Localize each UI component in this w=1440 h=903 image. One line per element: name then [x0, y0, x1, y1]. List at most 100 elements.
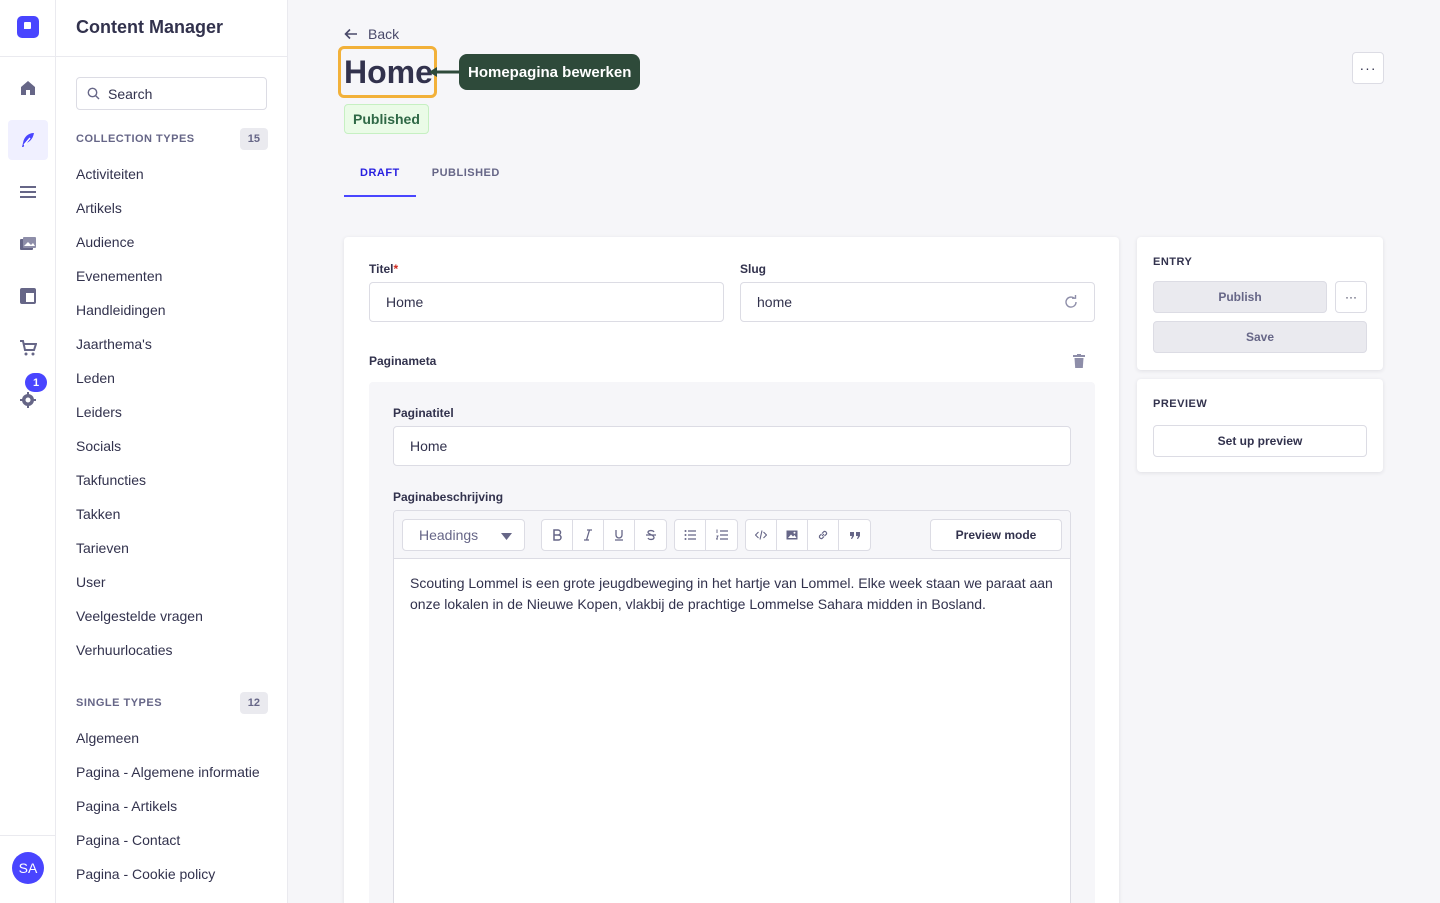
nav-link-veelgestelde-vragen[interactable]: Veelgestelde vragen: [76, 608, 268, 624]
nav-link-socials[interactable]: Socials: [76, 438, 268, 454]
paginabeschrijving-label: Paginabeschrijving: [393, 490, 504, 504]
link-icon[interactable]: [808, 520, 839, 550]
insert-group: [745, 519, 871, 551]
back-link[interactable]: Back: [344, 26, 399, 42]
status-badge: Published: [344, 104, 429, 134]
slug-input[interactable]: home: [740, 282, 1095, 322]
slug-value: home: [757, 294, 793, 310]
nav-link-user[interactable]: User: [76, 574, 268, 590]
collection-types-header[interactable]: COLLECTION TYPES 15: [76, 128, 268, 150]
collection-types-label: COLLECTION TYPES: [76, 133, 195, 145]
nav-link-pagina-cookie-policy[interactable]: Pagina - Cookie policy: [76, 866, 268, 882]
text-format-group: [541, 519, 667, 551]
nav-link-pagina-contact[interactable]: Pagina - Contact: [76, 832, 268, 848]
regenerate-icon[interactable]: [1064, 295, 1078, 309]
nav-link-takfuncties[interactable]: Takfuncties: [76, 472, 268, 488]
nav-link-tarieven[interactable]: Tarieven: [76, 540, 268, 556]
layout-icon[interactable]: [8, 276, 48, 316]
bullet-list-icon[interactable]: [675, 520, 706, 550]
underline-icon[interactable]: [604, 520, 635, 550]
annotation-callout: Homepagina bewerken: [459, 54, 641, 90]
user-avatar[interactable]: SA: [12, 852, 44, 884]
back-label: Back: [368, 26, 400, 42]
nav-link-pagina-artikels[interactable]: Pagina - Artikels: [76, 798, 268, 814]
divider: [0, 56, 56, 57]
set-up-preview-button[interactable]: Set up preview: [1153, 425, 1367, 457]
tab-draft[interactable]: DRAFT: [344, 158, 416, 197]
callout-arrow-icon: [429, 67, 459, 77]
nav-link-pagina-algemene-informatie[interactable]: Pagina - Algemene informatie: [76, 764, 268, 780]
nav-link-algemeen[interactable]: Algemeen: [76, 730, 268, 746]
edit-form-card: Titel* Home Slug home Paginameta Paginat…: [344, 237, 1119, 903]
settings-notification-badge: 1: [25, 373, 47, 392]
publish-button[interactable]: Publish: [1153, 281, 1327, 313]
slug-label: Slug: [740, 262, 766, 276]
single-types-label: SINGLE TYPES: [76, 697, 163, 709]
nav-link-handleidingen[interactable]: Handleidingen: [76, 302, 268, 318]
divider: [0, 835, 56, 836]
save-button[interactable]: Save: [1153, 321, 1367, 353]
home-icon[interactable]: [8, 68, 48, 108]
preview-panel: PREVIEW Set up preview: [1137, 379, 1383, 472]
entry-more-button[interactable]: ···: [1335, 281, 1367, 313]
cart-icon[interactable]: [8, 328, 48, 368]
nav-link-jaarthemas[interactable]: Jaarthema's: [76, 336, 268, 352]
tab-published[interactable]: PUBLISHED: [416, 158, 516, 197]
paginatitel-value: Home: [410, 438, 448, 454]
image-icon[interactable]: [777, 520, 808, 550]
preview-mode-button[interactable]: Preview mode: [930, 519, 1062, 551]
caret-down-icon: [501, 533, 512, 540]
feather-icon[interactable]: [8, 120, 48, 160]
more-actions-button[interactable]: ···: [1352, 52, 1384, 84]
entry-panel: ENTRY Publish ··· Save: [1137, 237, 1383, 370]
page-title: Home: [344, 54, 433, 90]
entry-label: ENTRY: [1153, 256, 1193, 268]
single-types-count: 12: [239, 692, 268, 714]
bold-icon[interactable]: [542, 520, 573, 550]
required-marker: *: [393, 262, 399, 276]
titel-label-text: Titel: [369, 262, 394, 276]
image-icon[interactable]: [8, 224, 48, 264]
editor-toolbar: Headings Preview mode: [394, 511, 1070, 559]
titel-value: Home: [386, 294, 424, 310]
nav-link-takken[interactable]: Takken: [76, 506, 268, 522]
list-icon[interactable]: [8, 172, 48, 212]
quote-icon[interactable]: [839, 520, 870, 550]
nav-link-evenementen[interactable]: Evenementen: [76, 268, 268, 284]
preview-label: PREVIEW: [1153, 398, 1208, 410]
nav-link-leiders[interactable]: Leiders: [76, 404, 268, 420]
italic-icon[interactable]: [573, 520, 604, 550]
main-nav-rail: 1 SA: [0, 0, 56, 903]
paginatitel-label: Paginatitel: [393, 406, 454, 420]
content-manager-subnav: Content Manager Search COLLECTION TYPES …: [56, 0, 288, 903]
subnav-title: Content Manager: [76, 17, 224, 37]
strapi-logo-icon[interactable]: [17, 16, 39, 38]
search-input[interactable]: Search: [76, 77, 267, 110]
rich-text-editor: Headings Preview mode Scouting Lommel is…: [393, 510, 1071, 903]
nav-link-audience[interactable]: Audience: [76, 234, 268, 250]
divider: [56, 56, 288, 57]
status-tabs: DRAFT PUBLISHED: [344, 158, 516, 197]
trash-icon[interactable]: [1073, 354, 1085, 368]
headings-select-value: Headings: [419, 527, 479, 543]
paginabeschrijving-value[interactable]: Scouting Lommel is een grote jeugdbewegi…: [410, 573, 1060, 615]
nav-link-activiteiten[interactable]: Activiteiten: [76, 166, 268, 182]
strikethrough-icon[interactable]: [635, 520, 666, 550]
numbered-list-icon[interactable]: [706, 520, 737, 550]
code-icon[interactable]: [746, 520, 777, 550]
nav-link-verhuurlocaties[interactable]: Verhuurlocaties: [76, 642, 268, 658]
list-format-group: [674, 519, 738, 551]
collection-types-count: 15: [239, 128, 268, 150]
nav-link-artikels[interactable]: Artikels: [76, 200, 268, 216]
arrow-left-icon: [344, 28, 357, 40]
search-placeholder: Search: [108, 85, 153, 102]
paginatitel-input[interactable]: Home: [393, 426, 1071, 466]
paginameta-component: Paginatitel Home Paginabeschrijving Head…: [369, 382, 1095, 903]
headings-select[interactable]: Headings: [402, 519, 525, 551]
nav-link-leden[interactable]: Leden: [76, 370, 268, 386]
titel-input[interactable]: Home: [369, 282, 724, 322]
search-icon: [87, 87, 100, 100]
single-types-header[interactable]: SINGLE TYPES 12: [76, 692, 268, 714]
titel-label: Titel*: [369, 262, 398, 276]
paginameta-label: Paginameta: [369, 354, 437, 368]
